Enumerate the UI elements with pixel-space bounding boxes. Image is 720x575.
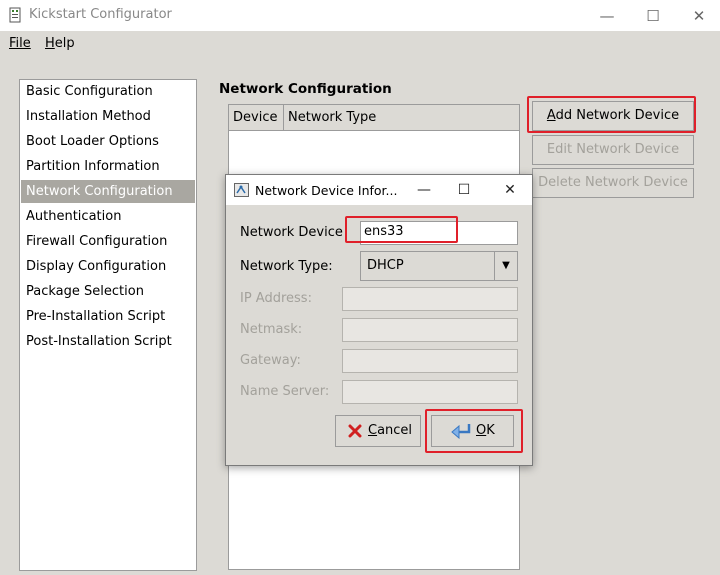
enter-arrow-icon xyxy=(451,424,471,439)
ok-label: OK xyxy=(476,423,495,438)
cancel-label: Cancel xyxy=(368,423,413,438)
edit-network-device-button[interactable]: Edit Network Device xyxy=(532,135,694,165)
window-titlebar: Kickstart Configurator — ☐ ✕ xyxy=(0,0,720,31)
sidebar-item-firewall-configuration[interactable]: Firewall Configuration xyxy=(21,230,195,253)
dialog-maximize-button[interactable]: ☐ xyxy=(444,175,484,205)
close-icon: ✕ xyxy=(692,6,706,25)
network-device-dialog: Network Device Infor... — ☐ ✕ Network De… xyxy=(225,174,533,466)
network-device-input[interactable]: ens33 xyxy=(360,221,518,245)
network-icon xyxy=(234,183,249,197)
network-type-select[interactable]: DHCP ▼ xyxy=(360,251,518,281)
sidebar-item-post-installation-script[interactable]: Post-Installation Script xyxy=(21,330,195,353)
section-title: Network Configuration xyxy=(219,81,392,97)
app-icon xyxy=(9,7,21,23)
dialog-close-button[interactable]: ✕ xyxy=(490,175,530,205)
sidebar-item-network-configuration[interactable]: Network Configuration xyxy=(21,180,195,203)
add-network-device-label: dd Network Device xyxy=(555,108,680,123)
ok-button[interactable]: OK xyxy=(431,415,514,447)
column-header-network-type[interactable]: Network Type xyxy=(284,105,519,131)
netmask-input[interactable] xyxy=(342,318,518,342)
add-network-device-button[interactable]: Add Network Device xyxy=(532,101,694,131)
name-server-label: Name Server: xyxy=(240,384,330,399)
network-type-label: Network Type: xyxy=(240,259,333,274)
close-icon: ✕ xyxy=(504,182,516,198)
maximize-icon: ☐ xyxy=(457,182,471,198)
network-type-value: DHCP xyxy=(367,258,404,273)
sidebar-item-package-selection[interactable]: Package Selection xyxy=(21,280,195,303)
sidebar-item-authentication[interactable]: Authentication xyxy=(21,205,195,228)
menu-file[interactable]: File xyxy=(9,36,31,51)
window-title: Kickstart Configurator xyxy=(29,7,172,22)
menu-help[interactable]: Help xyxy=(45,36,75,51)
sidebar-item-basic-configuration[interactable]: Basic Configuration xyxy=(21,80,195,103)
close-button[interactable]: ✕ xyxy=(676,0,720,31)
gateway-input[interactable] xyxy=(342,349,518,373)
delete-network-device-button[interactable]: Delete Network Device xyxy=(532,168,694,198)
ip-address-input[interactable] xyxy=(342,287,518,311)
sidebar-item-display-configuration[interactable]: Display Configuration xyxy=(21,255,195,278)
dialog-titlebar: Network Device Infor... — ☐ ✕ xyxy=(226,175,532,205)
ip-address-label: IP Address: xyxy=(240,291,312,306)
sidebar-item-installation-method[interactable]: Installation Method xyxy=(21,105,195,128)
network-device-label: Network Device xyxy=(240,225,343,240)
column-header-device[interactable]: Device xyxy=(229,105,284,131)
sidebar: Basic Configuration Installation Method … xyxy=(19,79,197,571)
minimize-icon: — xyxy=(417,182,431,198)
maximize-button[interactable]: ☐ xyxy=(630,0,676,31)
chevron-down-icon[interactable]: ▼ xyxy=(494,252,517,280)
netmask-label: Netmask: xyxy=(240,322,303,337)
dialog-title: Network Device Infor... xyxy=(255,183,398,198)
maximize-icon: ☐ xyxy=(646,6,660,25)
gateway-label: Gateway: xyxy=(240,353,301,368)
minimize-icon: — xyxy=(599,6,615,25)
dialog-minimize-button[interactable]: — xyxy=(404,175,444,205)
minimize-button[interactable]: — xyxy=(584,0,630,31)
menubar: File Help xyxy=(0,31,720,58)
sidebar-item-pre-installation-script[interactable]: Pre-Installation Script xyxy=(21,305,195,328)
sidebar-item-boot-loader-options[interactable]: Boot Loader Options xyxy=(21,130,195,153)
menu-help-rest: elp xyxy=(54,36,75,51)
cancel-icon xyxy=(348,424,362,438)
cancel-button[interactable]: Cancel xyxy=(335,415,421,447)
sidebar-item-partition-information[interactable]: Partition Information xyxy=(21,155,195,178)
name-server-input[interactable] xyxy=(342,380,518,404)
